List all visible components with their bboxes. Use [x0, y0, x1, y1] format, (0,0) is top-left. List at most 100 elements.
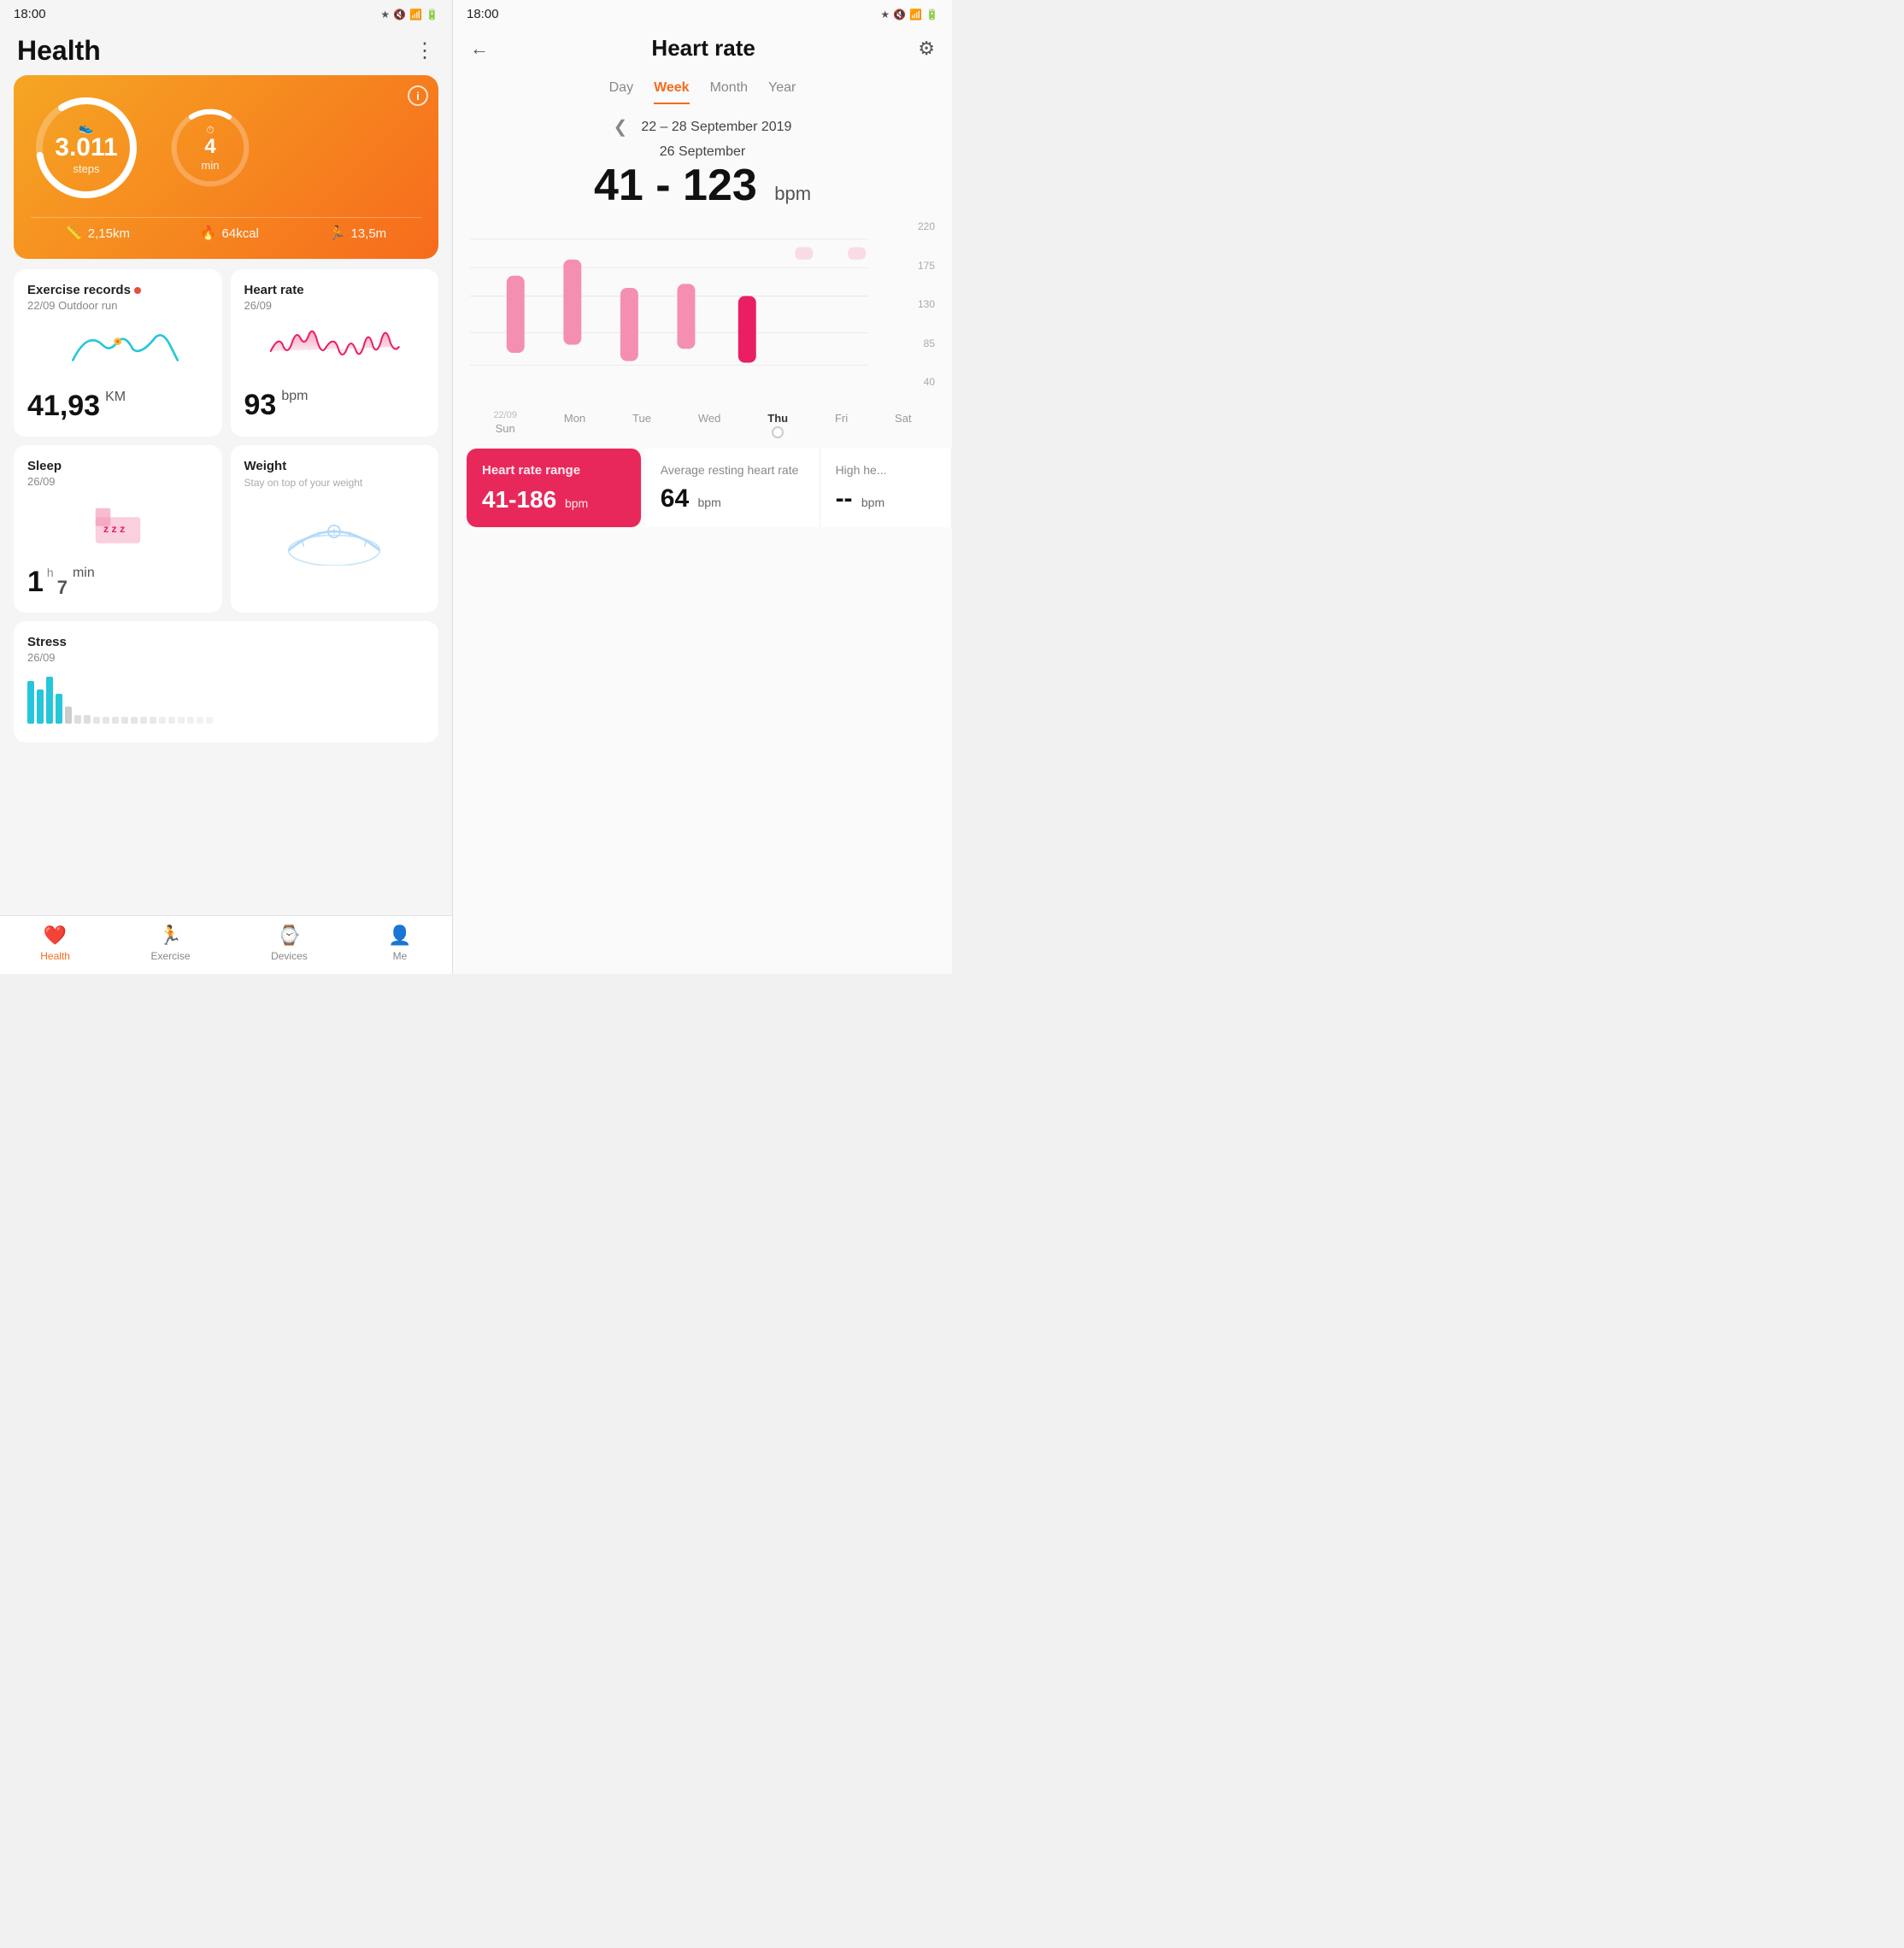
bpm-display: 41 - 123 bpm [453, 161, 952, 210]
bottom-nav: ❤️ Health 🏃 Exercise ⌚ Devices 👤 Me [0, 915, 452, 974]
stress-bar-11 [121, 717, 128, 724]
stress-bar-9 [103, 717, 109, 724]
stress-bar-12 [131, 717, 138, 724]
timer-content: ⏱ 4 min [202, 124, 220, 172]
stress-bar-2 [37, 689, 44, 724]
weight-title: Weight [244, 459, 426, 473]
settings-icon[interactable]: ⚙ [918, 38, 935, 60]
y-label-40: 40 [918, 376, 935, 388]
tab-week[interactable]: Week [654, 80, 690, 104]
heart-rate-card[interactable]: Heart rate 26/09 93 bpm [231, 269, 439, 437]
weight-subtitle: Stay on top of your weight [244, 477, 426, 490]
hr-date: 26/09 [244, 299, 426, 312]
exercise-value-row: 41,93 KM [27, 390, 209, 423]
hr-range-title: Heart rate range [482, 462, 626, 479]
sleep-minutes: 7 [57, 577, 68, 599]
tab-day[interactable]: Day [609, 80, 633, 104]
steps-label: steps [55, 162, 117, 175]
timer-widget: ⏱ 4 min [167, 105, 253, 191]
stress-bar-16 [168, 717, 175, 724]
stress-bar-1 [27, 681, 34, 724]
heart-rate-chart [470, 219, 901, 390]
devices-nav-label: Devices [271, 950, 308, 962]
stress-bar-6 [74, 715, 81, 724]
right-header: ← Heart rate ⚙ [453, 25, 952, 72]
high-hr-title: High he... [836, 462, 936, 478]
y-label-85: 85 [918, 337, 935, 349]
r-battery-icon: 🔋 [926, 9, 938, 21]
steps-value: 3.011 [55, 135, 117, 161]
stress-bar-19 [197, 717, 203, 724]
calories-value: 64kcal [222, 226, 259, 241]
r-wifi-icon: 📶 [909, 9, 922, 21]
tab-year[interactable]: Year [768, 80, 796, 104]
bpm-range-value: 41 - 123 [594, 161, 757, 210]
mute-icon: 🔇 [393, 9, 406, 21]
r-mute-icon: 🔇 [893, 9, 906, 21]
x-label-wed: Wed [698, 410, 721, 438]
stress-bar-7 [84, 715, 91, 724]
more-options-icon[interactable]: ⋮ [414, 38, 435, 63]
selected-dot [772, 426, 784, 438]
stress-bar-15 [159, 717, 166, 724]
back-button[interactable]: ← [470, 38, 489, 60]
sleep-hours: 1 [27, 566, 44, 599]
exercise-dot [134, 287, 141, 294]
wifi-icon: 📶 [409, 9, 422, 21]
sleep-unit: min [73, 566, 95, 581]
hero-stats: 📏 2,15km 🔥 64kcal 🏃 13,5m [31, 217, 421, 242]
steps-content: 👟 3.011 steps [55, 120, 117, 175]
status-icons: ★ 🔇 📶 🔋 [380, 9, 438, 21]
calories-icon: 🔥 [200, 225, 217, 242]
hr-title: Heart rate [244, 283, 426, 297]
x-label-thu: Thu [767, 410, 788, 438]
battery-icon: 🔋 [426, 9, 438, 21]
weight-card[interactable]: Weight Stay on top of your weight [231, 445, 439, 613]
stress-bar-17 [178, 717, 185, 724]
cards-grid: Exercise records 22/09 Outdoor run 41,93… [14, 269, 438, 613]
stress-bar-3 [46, 677, 53, 724]
status-bar: 18:00 ★ 🔇 📶 🔋 [0, 0, 452, 25]
hr-value-row: 93 bpm [244, 389, 426, 422]
x-label-mon: Mon [564, 410, 585, 438]
app-title: Health [17, 35, 101, 67]
chart-container: 220 175 130 85 40 [470, 219, 935, 407]
hr-range-value: 41-186 bpm [482, 486, 626, 513]
health-icon: ❤️ [44, 924, 67, 947]
right-panel: 18:00 ★ 🔇 📶 🔋 ← Heart rate ⚙ Day Week Mo… [453, 0, 952, 974]
nav-health[interactable]: ❤️ Health [40, 924, 70, 962]
sleep-card[interactable]: Sleep 26/09 z z z 1 h 7 min [14, 445, 222, 613]
stress-bar-13 [140, 717, 147, 724]
hr-unit: bpm [281, 389, 308, 404]
app-header: Health ⋮ [0, 25, 452, 75]
distance-stat: 📏 2,15km [66, 225, 130, 242]
right-status-time: 18:00 [467, 7, 499, 21]
info-card-high-hr: High he... -- bpm [820, 449, 952, 527]
tab-month[interactable]: Month [710, 80, 748, 104]
status-time: 18:00 [14, 7, 46, 21]
exercise-icon: 🏃 [159, 924, 182, 947]
sleep-value-row: 1 h 7 min [27, 566, 209, 599]
info-cards-row: Heart rate range 41-186 bpm Average rest… [453, 449, 952, 527]
y-label-130: 130 [918, 298, 935, 310]
nav-exercise[interactable]: 🏃 Exercise [151, 924, 191, 962]
exercise-card[interactable]: Exercise records 22/09 Outdoor run 41,93… [14, 269, 222, 437]
tabs-row: Day Week Month Year [453, 72, 952, 104]
hero-card: i 👟 3.011 steps [14, 75, 438, 259]
nav-devices[interactable]: ⌚ Devices [271, 924, 308, 962]
sleep-title: Sleep [27, 459, 209, 473]
hr-range-unit: bpm [565, 496, 588, 510]
stress-bar-14 [150, 717, 156, 724]
bpm-unit: bpm [774, 183, 811, 204]
chart-x-labels: 22/09 Sun Mon Tue Wed Thu Fri Sat [453, 407, 952, 438]
calories-stat: 🔥 64kcal [200, 225, 259, 242]
stress-title: Stress [27, 635, 425, 649]
selected-date: 26 September [453, 141, 952, 161]
prev-date-button[interactable]: ❮ [614, 116, 628, 138]
exercise-distance: 41,93 [27, 390, 100, 423]
high-hr-value: -- bpm [836, 484, 936, 513]
stress-card[interactable]: Stress 26/09 [14, 621, 438, 742]
info-icon[interactable]: i [408, 85, 428, 106]
info-card-hr-range: Heart rate range 41-186 bpm [467, 449, 642, 527]
nav-me[interactable]: 👤 Me [388, 924, 411, 962]
